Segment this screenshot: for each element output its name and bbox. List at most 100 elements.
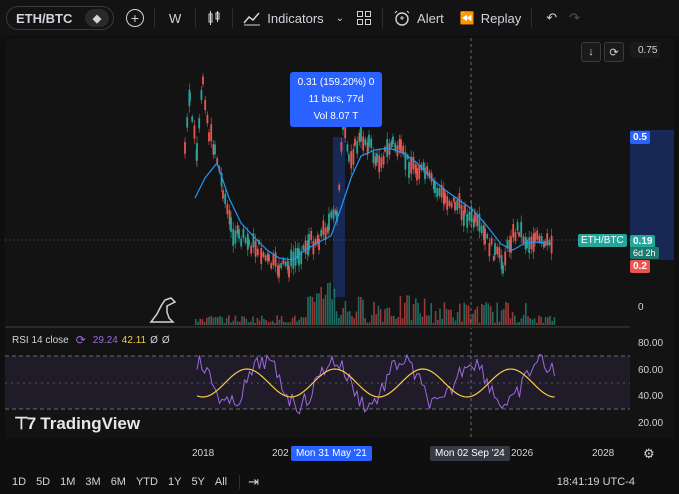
interval-button[interactable]: W [159,5,191,31]
volume-bar [415,298,417,325]
candle-body [348,154,350,162]
range-3m[interactable]: 3M [85,476,100,488]
candle-body [210,124,213,142]
volume-bar [324,294,327,325]
plus-circle-icon: + [126,9,144,27]
candle-body [284,261,287,267]
rsi-extra-2: Ø [161,334,170,346]
price-scale[interactable]: 0.75 0.5 0.19 6d 2h 0.2 0 80.00 60.00 40… [630,38,674,438]
volume-bar [474,309,476,325]
time-label-2026: 2026 [511,448,534,459]
candle-body [382,155,385,165]
chart-type-button[interactable] [200,5,228,31]
price-label-0: 0 [638,302,644,313]
candle-body [352,149,355,165]
indicators-button[interactable]: Indicators ⌄ [237,5,350,31]
rsi-legend[interactable]: RSI 14 close ⟳ 29.24 42.11 Ø Ø [12,333,170,347]
volume-bar [465,304,468,325]
candle-body [198,118,201,129]
diamond-icon[interactable]: ◆ [85,9,109,27]
candle-body [408,161,410,178]
symbol-label: ETH/BTC [16,10,73,26]
volume-bar [208,316,210,325]
candle-body [208,132,210,142]
volume-bar [507,303,509,325]
candle-body [454,201,456,211]
candle-body [464,205,466,214]
goto-date-icon[interactable]: ⇥ [248,474,259,490]
symbol-price-tag: ETH/BTC [578,234,627,247]
range-1y[interactable]: 1Y [168,476,181,488]
replay-button[interactable]: ⏪ Replay [454,5,527,31]
candle-body [504,251,507,266]
rsi-title: RSI 14 close [12,334,69,346]
candle-body [550,235,553,254]
candle-body [356,141,359,154]
volume-bar [283,321,285,325]
volume-bar [434,311,437,325]
candle-body [468,211,471,221]
candle-body [450,202,453,208]
range-5y[interactable]: 5Y [191,476,204,488]
volume-bar [470,317,472,325]
range-1d[interactable]: 1D [12,476,26,488]
compare-button[interactable]: + [120,5,150,31]
chevron-down-icon[interactable]: ⌄ [336,13,344,24]
undo-button[interactable]: ↶ [540,5,563,31]
volume-bar [364,318,366,325]
candle-body [302,245,305,251]
settings-gear-icon[interactable]: ⚙ [643,446,655,462]
volume-bar [516,322,518,325]
tradingview-logo[interactable]: ⊤7 TradingView [14,414,140,434]
volume-bar [538,315,540,325]
candle-body [206,114,209,124]
candle-body [368,134,370,147]
volume-bar [219,316,221,325]
range-5d[interactable]: 5D [36,476,50,488]
range-1m[interactable]: 1M [60,476,75,488]
candle-body [234,230,237,244]
volume-bar [384,309,386,325]
rsi-extra-1: Ø [150,334,158,346]
volume-bar [536,322,538,325]
measure-bars: 11 bars, 77d [308,94,364,105]
candle-body [250,245,253,254]
range-ytd[interactable]: YTD [136,476,158,488]
range-all[interactable]: All [215,476,227,488]
time-axis[interactable]: 2018 202 Mon 31 May '21 Mon 02 Sep '24 2… [5,442,634,464]
layout-button[interactable] [350,5,378,31]
redo-button[interactable]: ↷ [563,5,586,31]
candle-body [400,139,402,153]
volume-bar [492,311,494,325]
volume-bar [351,315,353,325]
reset-view-button[interactable]: ⟳ [604,42,624,62]
candle-body [492,256,495,261]
candle-body [526,239,528,248]
candle-body [536,230,539,240]
candle-body [248,239,250,246]
volume-bar [412,304,415,325]
volume-bar [533,318,536,325]
candle-body [254,240,257,257]
settings-cycle-icon[interactable]: ⟳ [76,333,86,347]
volume-bar [551,320,553,325]
volume-bar [225,317,228,325]
scroll-down-button[interactable]: ↓ [581,42,601,62]
volume-bar [417,302,419,325]
volume-bars [195,282,556,325]
candle-body [238,229,240,239]
volume-bar [197,321,199,325]
candle-body [340,142,343,152]
refresh-icon: ⟳ [609,46,619,59]
volume-bar [232,320,234,325]
chart-panel[interactable]: 0.31 (159.20%) 0 11 bars, 77d Vol 8.07 T… [5,38,634,438]
alert-button[interactable]: Alert [387,5,450,31]
clock[interactable]: 18:41:19 UTC-4 [557,476,635,488]
volume-bar [373,301,375,325]
volume-bar [256,318,259,325]
volume-bar [476,306,479,325]
range-6m[interactable]: 6M [111,476,126,488]
symbol-search-button[interactable]: ETH/BTC ◆ [6,6,114,30]
candle-body [244,237,247,244]
volume-bar [393,315,395,325]
